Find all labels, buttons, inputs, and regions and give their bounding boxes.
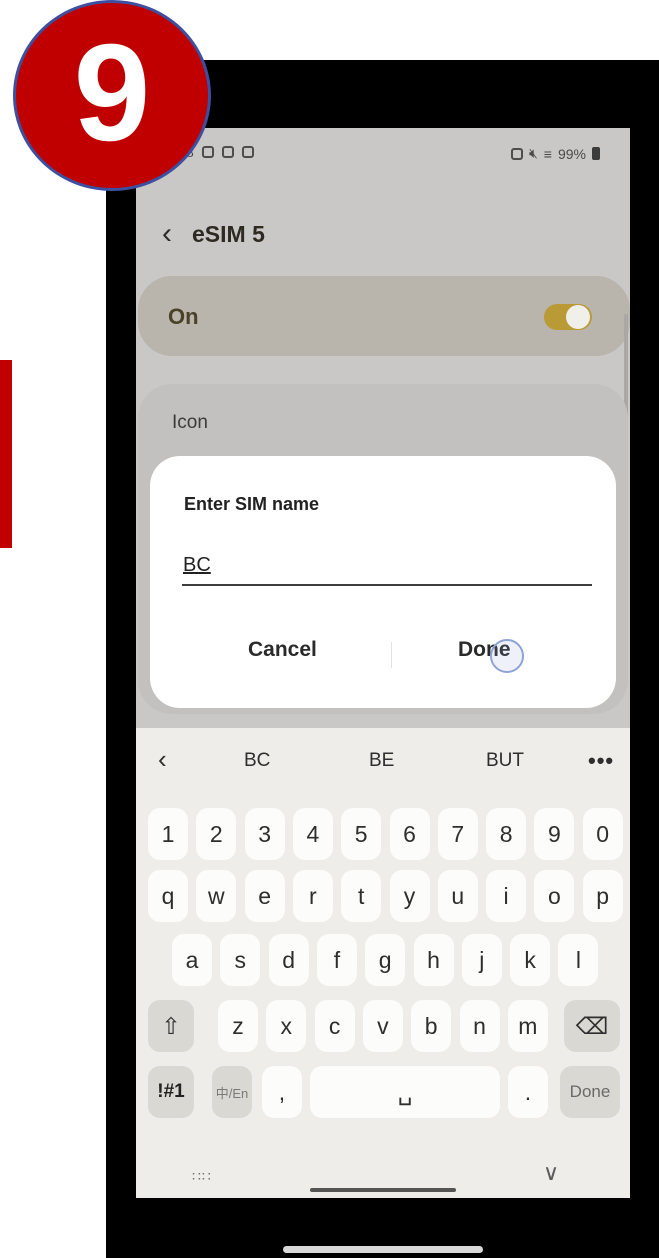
key-p[interactable]: p (582, 870, 623, 922)
on-toggle-card[interactable]: On (138, 276, 630, 356)
key-q[interactable]: q (148, 870, 188, 922)
sim-name-input[interactable] (182, 546, 592, 586)
key-3[interactable]: 3 (244, 808, 285, 860)
key-m[interactable]: m (507, 1000, 548, 1052)
dialog-title: Enter SIM name (184, 494, 320, 514)
key-t[interactable]: t (341, 870, 382, 922)
on-label: On (168, 304, 199, 329)
gesture-nav-bar (310, 1188, 456, 1192)
backspace-key[interactable]: ⌫ (564, 1000, 620, 1052)
touch-indicator (490, 639, 524, 673)
key-j[interactable]: j (461, 934, 502, 986)
key-d[interactable]: d (268, 934, 309, 986)
key-6[interactable]: 6 (389, 808, 430, 860)
key-r[interactable]: r (292, 870, 333, 922)
cancel-button[interactable]: Cancel (248, 638, 317, 662)
button-divider (391, 642, 392, 668)
key-b[interactable]: b (411, 1000, 452, 1052)
key-g[interactable]: g (365, 934, 406, 986)
key-2[interactable]: 2 (196, 808, 237, 860)
sim-icon (510, 147, 523, 160)
step-number: 9 (73, 15, 151, 170)
home-indicator (283, 1246, 483, 1253)
period-key[interactable]: . (508, 1066, 548, 1118)
space-key[interactable]: ␣ (310, 1066, 500, 1118)
hide-keyboard-icon[interactable]: ∨ (543, 1160, 559, 1186)
key-h[interactable]: h (413, 934, 454, 986)
key-8[interactable]: 8 (486, 808, 527, 860)
key-z[interactable]: z (218, 1000, 258, 1052)
top-app-bar: ‹ eSIM 5 (162, 216, 265, 252)
key-9[interactable]: 9 (534, 808, 575, 860)
status-left: 8 (186, 144, 254, 160)
page-title: eSIM 5 (192, 220, 265, 247)
key-w[interactable]: w (196, 870, 237, 922)
suggestion-back-icon[interactable]: ‹ (158, 746, 167, 772)
key-0[interactable]: 0 (582, 808, 623, 860)
key-c[interactable]: c (314, 1000, 355, 1052)
notification-icon (241, 146, 254, 158)
key-e[interactable]: e (244, 870, 285, 922)
key-u[interactable]: u (437, 870, 478, 922)
symbols-key[interactable]: !#1 (148, 1066, 194, 1118)
key-i[interactable]: i (486, 870, 527, 922)
keyboard-switch-icon[interactable]: ∷∷ (192, 1168, 212, 1185)
suggestion-3[interactable]: BUT (486, 750, 524, 772)
side-marker (0, 360, 12, 548)
key-s[interactable]: s (220, 934, 261, 986)
key-5[interactable]: 5 (341, 808, 382, 860)
dialog-actions: Cancel Done (150, 634, 616, 678)
screenshot-page: 9 8 🔇︎ ≡ 99% ‹ eSIM 5 On (0, 0, 659, 1258)
comma-key[interactable]: , (262, 1066, 302, 1118)
battery-text: 99% (557, 145, 586, 162)
step-badge: 9 (13, 0, 211, 191)
key-4[interactable]: 4 (292, 808, 333, 860)
key-y[interactable]: y (389, 870, 430, 922)
icon-setting-label[interactable]: Icon (172, 412, 208, 434)
more-options-icon[interactable]: ••• (588, 748, 614, 774)
key-x[interactable]: x (266, 1000, 307, 1052)
status-right: 🔇︎ ≡ 99% (510, 145, 600, 162)
key-7[interactable]: 7 (437, 808, 478, 860)
suggestion-2[interactable]: BE (369, 750, 394, 772)
key-n[interactable]: n (459, 1000, 500, 1052)
on-screen-keyboard: ‹ BC BE BUT ••• 1234567890 qwertyuiop asdf… (136, 728, 630, 1198)
battery-icon (592, 147, 600, 160)
mute-icon: 🔇︎ (528, 145, 538, 161)
notification-icon (201, 146, 214, 158)
key-a[interactable]: a (172, 934, 212, 986)
language-key[interactable]: 中/En (212, 1066, 252, 1118)
suggestion-1[interactable]: BC (244, 750, 270, 772)
key-1[interactable]: 1 (148, 808, 188, 860)
sim-name-dialog: Enter SIM name Cancel Done (150, 456, 616, 708)
shift-key[interactable]: ⇧ (148, 1000, 194, 1052)
sim-enabled-toggle[interactable] (544, 304, 592, 330)
toggle-knob (566, 305, 590, 329)
key-l[interactable]: l (558, 934, 599, 986)
suggestion-bar: ‹ BC BE BUT ••• (136, 740, 630, 784)
key-v[interactable]: v (362, 1000, 403, 1052)
back-arrow-icon[interactable]: ‹ (162, 219, 172, 249)
phone-screen: 8 🔇︎ ≡ 99% ‹ eSIM 5 On (136, 128, 630, 1198)
wifi-signal-icon: ≡ (543, 145, 552, 162)
status-bar: 8 🔇︎ ≡ 99% (136, 128, 630, 178)
key-o[interactable]: o (534, 870, 575, 922)
key-k[interactable]: k (510, 934, 551, 986)
keyboard-done-key[interactable]: Done (560, 1066, 620, 1118)
key-f[interactable]: f (316, 934, 357, 986)
gallery-icon (221, 146, 234, 158)
